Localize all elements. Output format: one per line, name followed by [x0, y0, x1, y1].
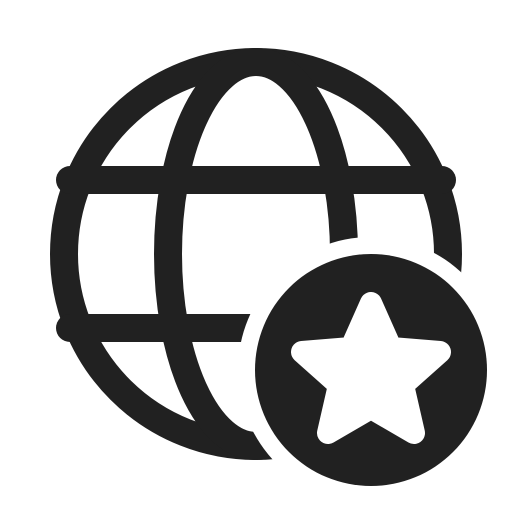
globe-star-icon: [0, 0, 512, 512]
star-badge-icon: [255, 254, 487, 486]
globe-star-svg: [50, 48, 487, 486]
